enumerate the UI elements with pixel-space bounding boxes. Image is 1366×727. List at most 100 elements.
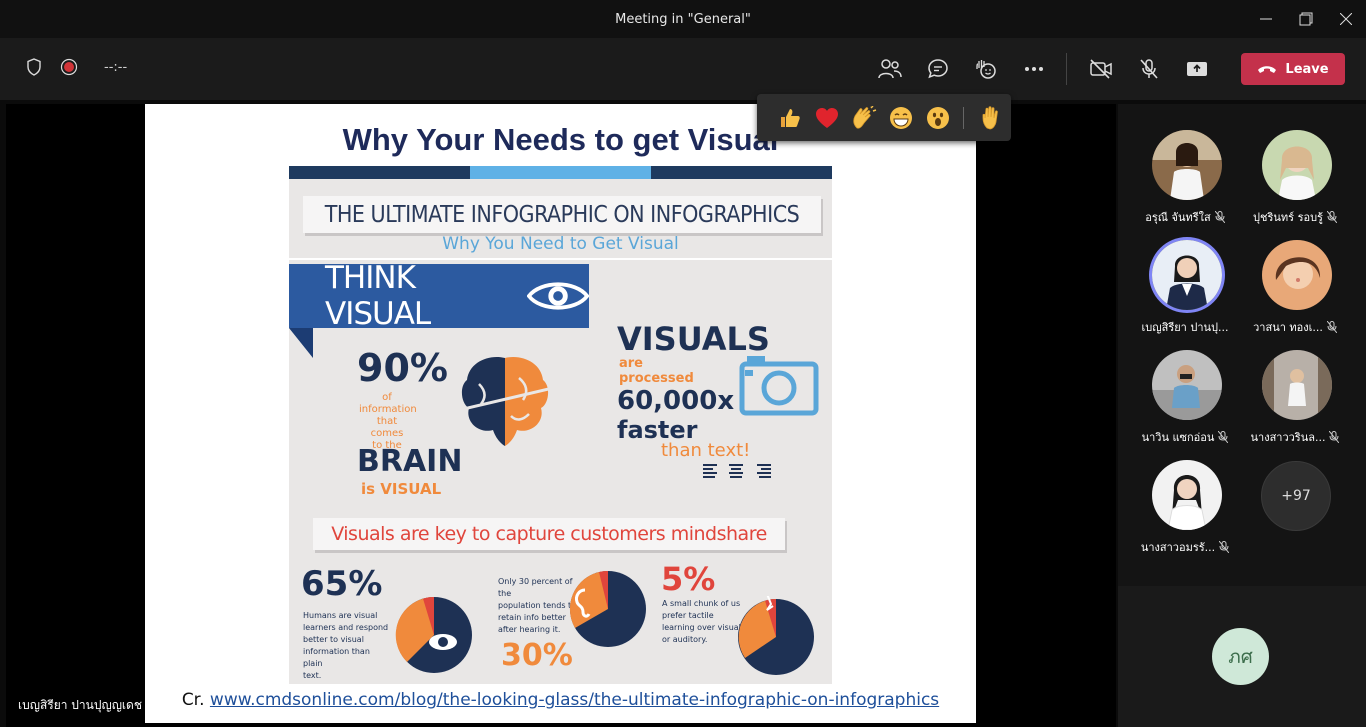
like-reaction[interactable]: [771, 99, 808, 137]
text65-line-1: Humans are visual: [303, 611, 378, 620]
minimize-button[interactable]: [1246, 0, 1286, 38]
avatar: [1262, 240, 1332, 310]
pie-30-icon: [569, 570, 646, 647]
of-info-line-2: information: [359, 404, 417, 415]
infographic-image: THE ULTIMATE INFOGRAPHIC ON INFOGRAPHICS…: [289, 166, 832, 684]
laugh-reaction[interactable]: [883, 99, 920, 137]
text65-line-5: text.: [303, 671, 322, 680]
shared-slide: Why Your Needs to get Visual THE ULTIMAT…: [145, 104, 976, 723]
think-visual-banner: THINK VISUAL: [289, 260, 589, 332]
stat-65-percent: 65%: [301, 564, 383, 604]
text5-line-4: or auditory.: [662, 635, 708, 644]
camera-off-icon: [1090, 59, 1112, 79]
participant-tile-speaking[interactable]: เบญสิรียา ปานปุ...: [1130, 214, 1240, 334]
heart-reaction[interactable]: [808, 99, 845, 137]
minimize-icon: [1260, 18, 1272, 20]
more-actions-button[interactable]: [1014, 52, 1054, 86]
infographic-banner: THE ULTIMATE INFOGRAPHIC ON INFOGRAPHICS: [303, 196, 821, 233]
text65-line-3: better to visual: [303, 635, 364, 644]
participant-tile[interactable]: ปุชรินทร์ รอบรู้: [1240, 104, 1350, 224]
processed-label: processed: [619, 371, 694, 386]
text65-line-4: information than plain: [303, 647, 370, 668]
self-avatar[interactable]: ภศ: [1212, 628, 1269, 685]
infographic-top-bars: [289, 166, 832, 179]
participant-name: นางสาววรินล...: [1250, 431, 1326, 444]
text-lines-icon: [703, 464, 771, 478]
raised-hand-icon: [983, 105, 999, 129]
text5-line-2: prefer tactile: [662, 611, 714, 620]
participant-tile[interactable]: อรุณี จันทรีใส: [1130, 104, 1240, 224]
camera-icon: [739, 356, 819, 416]
participant-tile[interactable]: นางสาววรินล...: [1240, 324, 1350, 444]
clapping-hands-icon: [853, 105, 877, 129]
of-info-line-3: that comes: [370, 416, 404, 439]
camera-button[interactable]: [1081, 52, 1121, 86]
mic-off-icon: [1219, 541, 1230, 553]
mic-off-icon: [1140, 59, 1158, 79]
are-label: are: [619, 356, 644, 371]
slide-credit: Cr. www.cmdsonline.com/blog/the-looking-…: [145, 690, 976, 710]
think-visual-label: THINK VISUAL: [325, 260, 431, 332]
is-visual-label: is VISUAL: [361, 480, 442, 498]
hang-up-icon: [1258, 66, 1277, 73]
reaction-hand-icon: [976, 60, 996, 79]
credit-link[interactable]: www.cmdsonline.com/blog/the-looking-glas…: [210, 690, 939, 710]
reactions-button[interactable]: [966, 52, 1006, 86]
eye-icon: [526, 282, 589, 310]
than-text-label: than text!: [661, 440, 751, 461]
toolbar-separator: [1066, 53, 1067, 85]
more-participants-count: +97: [1281, 488, 1311, 504]
chat-button[interactable]: [918, 52, 958, 86]
leave-label: Leave: [1285, 61, 1329, 77]
presenter-name: เบญสิรียา ปานปุญญเดช: [18, 698, 142, 712]
people-icon: [878, 59, 902, 79]
avatar: [1262, 130, 1332, 200]
recording-icon[interactable]: [60, 58, 78, 76]
stat-5-percent: 5%: [661, 560, 716, 598]
credit-prefix: Cr.: [181, 690, 205, 710]
avatar: [1152, 350, 1222, 420]
more-participants-button[interactable]: +97: [1261, 461, 1331, 531]
heart-icon: [815, 107, 838, 128]
text5-line-3: learning over visual: [662, 623, 741, 632]
mindshare-banner: Visuals are key to capture customers min…: [313, 518, 785, 550]
reactions-flyout: [757, 94, 1011, 141]
participant-tile[interactable]: วาสนา ทองเ...: [1240, 214, 1350, 334]
chat-icon: [928, 59, 948, 79]
restore-button[interactable]: [1286, 0, 1326, 38]
surprised-face-icon: [927, 106, 950, 129]
laughing-face-icon: [890, 106, 913, 129]
text65-line-2: learners and respond: [303, 623, 389, 632]
participants-button[interactable]: [870, 52, 910, 86]
thumbs-up-icon: [780, 108, 800, 127]
self-initials: ภศ: [1228, 645, 1253, 668]
text30-line-3: retain info better: [498, 613, 566, 622]
meeting-toolbar: --:-- Leave: [0, 38, 1366, 100]
shield-icon[interactable]: [26, 58, 42, 76]
applause-reaction[interactable]: [845, 99, 882, 137]
close-button[interactable]: [1326, 0, 1366, 38]
infographic-subtitle: Why You Need to Get Visual: [442, 234, 679, 254]
avatar: [1152, 130, 1222, 200]
avatar: [1152, 460, 1222, 530]
avatar: [1262, 350, 1332, 420]
share-screen-button[interactable]: [1177, 52, 1217, 86]
text30-line-4: after hearing it.: [498, 625, 561, 634]
text5-line-1: A small chunk of us: [662, 599, 741, 608]
avatar: [1152, 240, 1222, 310]
microphone-button[interactable]: [1129, 52, 1169, 86]
window-controls: [1246, 0, 1366, 38]
leave-button[interactable]: Leave: [1241, 53, 1345, 85]
brain-icon: [459, 356, 553, 446]
reactions-separator: [962, 106, 964, 129]
participant-tile[interactable]: นาวิน แซกอ่อน: [1130, 324, 1240, 444]
surprised-reaction[interactable]: [920, 99, 957, 137]
participant-tile[interactable]: นางสาวอมรรั...: [1130, 434, 1240, 554]
mic-off-icon: [1329, 431, 1340, 443]
raise-hand-button[interactable]: [974, 99, 1011, 137]
restore-icon: [1299, 12, 1313, 26]
of-info-line-1: of: [382, 392, 392, 403]
window-title: Meeting in "General": [615, 11, 751, 27]
text30-line-2: population tends to: [498, 601, 577, 610]
meeting-timer: --:--: [104, 59, 128, 75]
